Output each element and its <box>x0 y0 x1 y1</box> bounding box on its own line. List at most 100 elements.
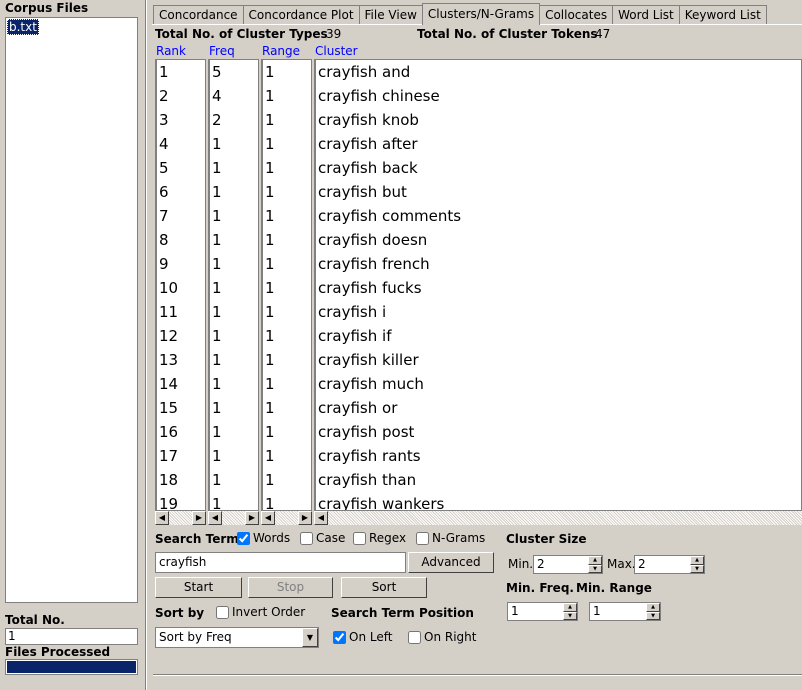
words-checkbox[interactable] <box>237 531 250 545</box>
table-cell-cluster[interactable]: crayfish if <box>316 324 801 348</box>
table-cell-range[interactable]: 1 <box>263 324 311 348</box>
table-cell-rank[interactable]: 16 <box>157 420 205 444</box>
tab-keyword-list[interactable]: Keyword List <box>678 5 767 25</box>
range-column[interactable]: 1111111111111111111 <box>261 59 312 511</box>
table-cell-freq[interactable]: 2 <box>210 108 258 132</box>
spin-down-icon[interactable]: ▼ <box>646 611 660 620</box>
words-checkbox-group[interactable]: Words <box>237 531 290 545</box>
table-cell-cluster[interactable]: crayfish than <box>316 468 801 492</box>
start-button[interactable]: Start <box>155 577 242 598</box>
table-cell-freq[interactable]: 1 <box>210 348 258 372</box>
table-cell-cluster[interactable]: crayfish killer <box>316 348 801 372</box>
table-cell-freq[interactable]: 1 <box>210 444 258 468</box>
spin-up-icon[interactable]: ▲ <box>646 603 660 612</box>
table-cell-rank[interactable]: 19 <box>157 492 205 510</box>
panel-divider[interactable] <box>145 0 147 690</box>
table-cell-rank[interactable]: 6 <box>157 180 205 204</box>
table-cell-rank[interactable]: 2 <box>157 84 205 108</box>
table-cell-rank[interactable]: 15 <box>157 396 205 420</box>
table-cell-freq[interactable]: 1 <box>210 180 258 204</box>
spin-down-icon[interactable]: ▼ <box>690 564 704 573</box>
freq-column[interactable]: 5421111111111111111 <box>208 59 259 511</box>
spin-up-icon[interactable]: ▲ <box>588 556 602 565</box>
table-cell-cluster[interactable]: crayfish after <box>316 132 801 156</box>
table-cell-freq[interactable]: 1 <box>210 324 258 348</box>
on-right-checkbox[interactable] <box>408 630 421 644</box>
table-cell-freq[interactable]: 1 <box>210 420 258 444</box>
cluster-hscrollbar[interactable]: ◀ <box>314 511 802 525</box>
freq-hscrollbar[interactable]: ◀ ▶ <box>208 511 259 525</box>
table-cell-range[interactable]: 1 <box>263 276 311 300</box>
table-cell-rank[interactable]: 3 <box>157 108 205 132</box>
table-cell-cluster[interactable]: crayfish rants <box>316 444 801 468</box>
table-cell-cluster[interactable]: crayfish chinese <box>316 84 801 108</box>
max-size-spinner[interactable]: 2 ▲ ▼ <box>634 555 705 574</box>
table-cell-freq[interactable]: 1 <box>210 276 258 300</box>
sort-button[interactable]: Sort <box>341 577 427 598</box>
table-cell-rank[interactable]: 1 <box>157 60 205 84</box>
advanced-button[interactable]: Advanced <box>408 552 494 573</box>
tab-word-list[interactable]: Word List <box>612 5 680 25</box>
invert-order-checkbox[interactable] <box>216 605 229 619</box>
table-cell-cluster[interactable]: crayfish or <box>316 396 801 420</box>
table-cell-freq[interactable]: 1 <box>210 228 258 252</box>
min-freq-spinner[interactable]: 1 ▲ ▼ <box>507 602 578 621</box>
scroll-left-icon[interactable]: ◀ <box>155 511 169 525</box>
table-cell-freq[interactable]: 4 <box>210 84 258 108</box>
rank-column[interactable]: 1 2 3 4 5 6 7 8 9 10 11 12 13 14 15 16 17 18 19 <box>155 59 206 511</box>
ngrams-checkbox[interactable] <box>416 531 429 545</box>
column-header-freq[interactable]: Freq <box>209 44 235 58</box>
table-cell-freq[interactable]: 5 <box>210 60 258 84</box>
table-cell-range[interactable]: 1 <box>263 204 311 228</box>
table-cell-freq[interactable]: 1 <box>210 372 258 396</box>
search-term-input[interactable]: crayfish <box>155 552 406 573</box>
table-cell-range[interactable]: 1 <box>263 396 311 420</box>
table-cell-cluster[interactable]: crayfish much <box>316 372 801 396</box>
case-checkbox[interactable] <box>300 531 313 545</box>
table-cell-range[interactable]: 1 <box>263 180 311 204</box>
table-cell-freq[interactable]: 1 <box>210 252 258 276</box>
tab-collocates[interactable]: Collocates <box>539 5 614 25</box>
on-left-checkbox[interactable] <box>333 630 346 644</box>
table-cell-freq[interactable]: 1 <box>210 204 258 228</box>
on-left-group[interactable]: On Left <box>333 630 392 644</box>
rank-hscrollbar[interactable]: ◀ ▶ <box>155 511 206 525</box>
min-range-spinner[interactable]: 1 ▲ ▼ <box>589 602 661 621</box>
spin-down-icon[interactable]: ▼ <box>563 611 577 620</box>
corpus-file-item[interactable]: b.txt <box>7 19 39 35</box>
case-checkbox-group[interactable]: Case <box>300 531 345 545</box>
table-cell-freq[interactable]: 1 <box>210 300 258 324</box>
scroll-left-icon[interactable]: ◀ <box>261 511 275 525</box>
tab-concordance-plot[interactable]: Concordance Plot <box>242 5 360 25</box>
table-cell-range[interactable]: 1 <box>263 492 311 510</box>
table-cell-cluster[interactable]: crayfish wankers <box>316 492 801 510</box>
table-cell-range[interactable]: 1 <box>263 300 311 324</box>
table-cell-range[interactable]: 1 <box>263 444 311 468</box>
table-cell-cluster[interactable]: crayfish but <box>316 180 801 204</box>
table-cell-freq[interactable]: 1 <box>210 132 258 156</box>
table-cell-cluster[interactable]: crayfish comments <box>316 204 801 228</box>
table-cell-range[interactable]: 1 <box>263 468 311 492</box>
table-cell-cluster[interactable]: crayfish doesn <box>316 228 801 252</box>
tab-file-view[interactable]: File View <box>358 5 423 25</box>
table-cell-rank[interactable]: 8 <box>157 228 205 252</box>
table-cell-rank[interactable]: 10 <box>157 276 205 300</box>
tab-clusters-ngrams[interactable]: Clusters/N-Grams <box>421 3 541 25</box>
table-cell-cluster[interactable]: crayfish fucks <box>316 276 801 300</box>
table-cell-cluster[interactable]: crayfish knob <box>316 108 801 132</box>
table-cell-freq[interactable]: 1 <box>210 396 258 420</box>
table-cell-cluster[interactable]: crayfish french <box>316 252 801 276</box>
table-cell-rank[interactable]: 12 <box>157 324 205 348</box>
table-cell-range[interactable]: 1 <box>263 156 311 180</box>
scroll-right-icon[interactable]: ▶ <box>298 511 312 525</box>
table-cell-cluster[interactable]: crayfish back <box>316 156 801 180</box>
table-cell-freq[interactable]: 1 <box>210 156 258 180</box>
table-cell-freq[interactable]: 1 <box>210 468 258 492</box>
table-cell-range[interactable]: 1 <box>263 420 311 444</box>
table-cell-cluster[interactable]: crayfish and <box>316 60 801 84</box>
table-cell-rank[interactable]: 4 <box>157 132 205 156</box>
column-header-rank[interactable]: Rank <box>156 44 186 58</box>
table-cell-range[interactable]: 1 <box>263 228 311 252</box>
range-hscrollbar[interactable]: ◀ ▶ <box>261 511 312 525</box>
invert-order-group[interactable]: Invert Order <box>216 605 305 619</box>
